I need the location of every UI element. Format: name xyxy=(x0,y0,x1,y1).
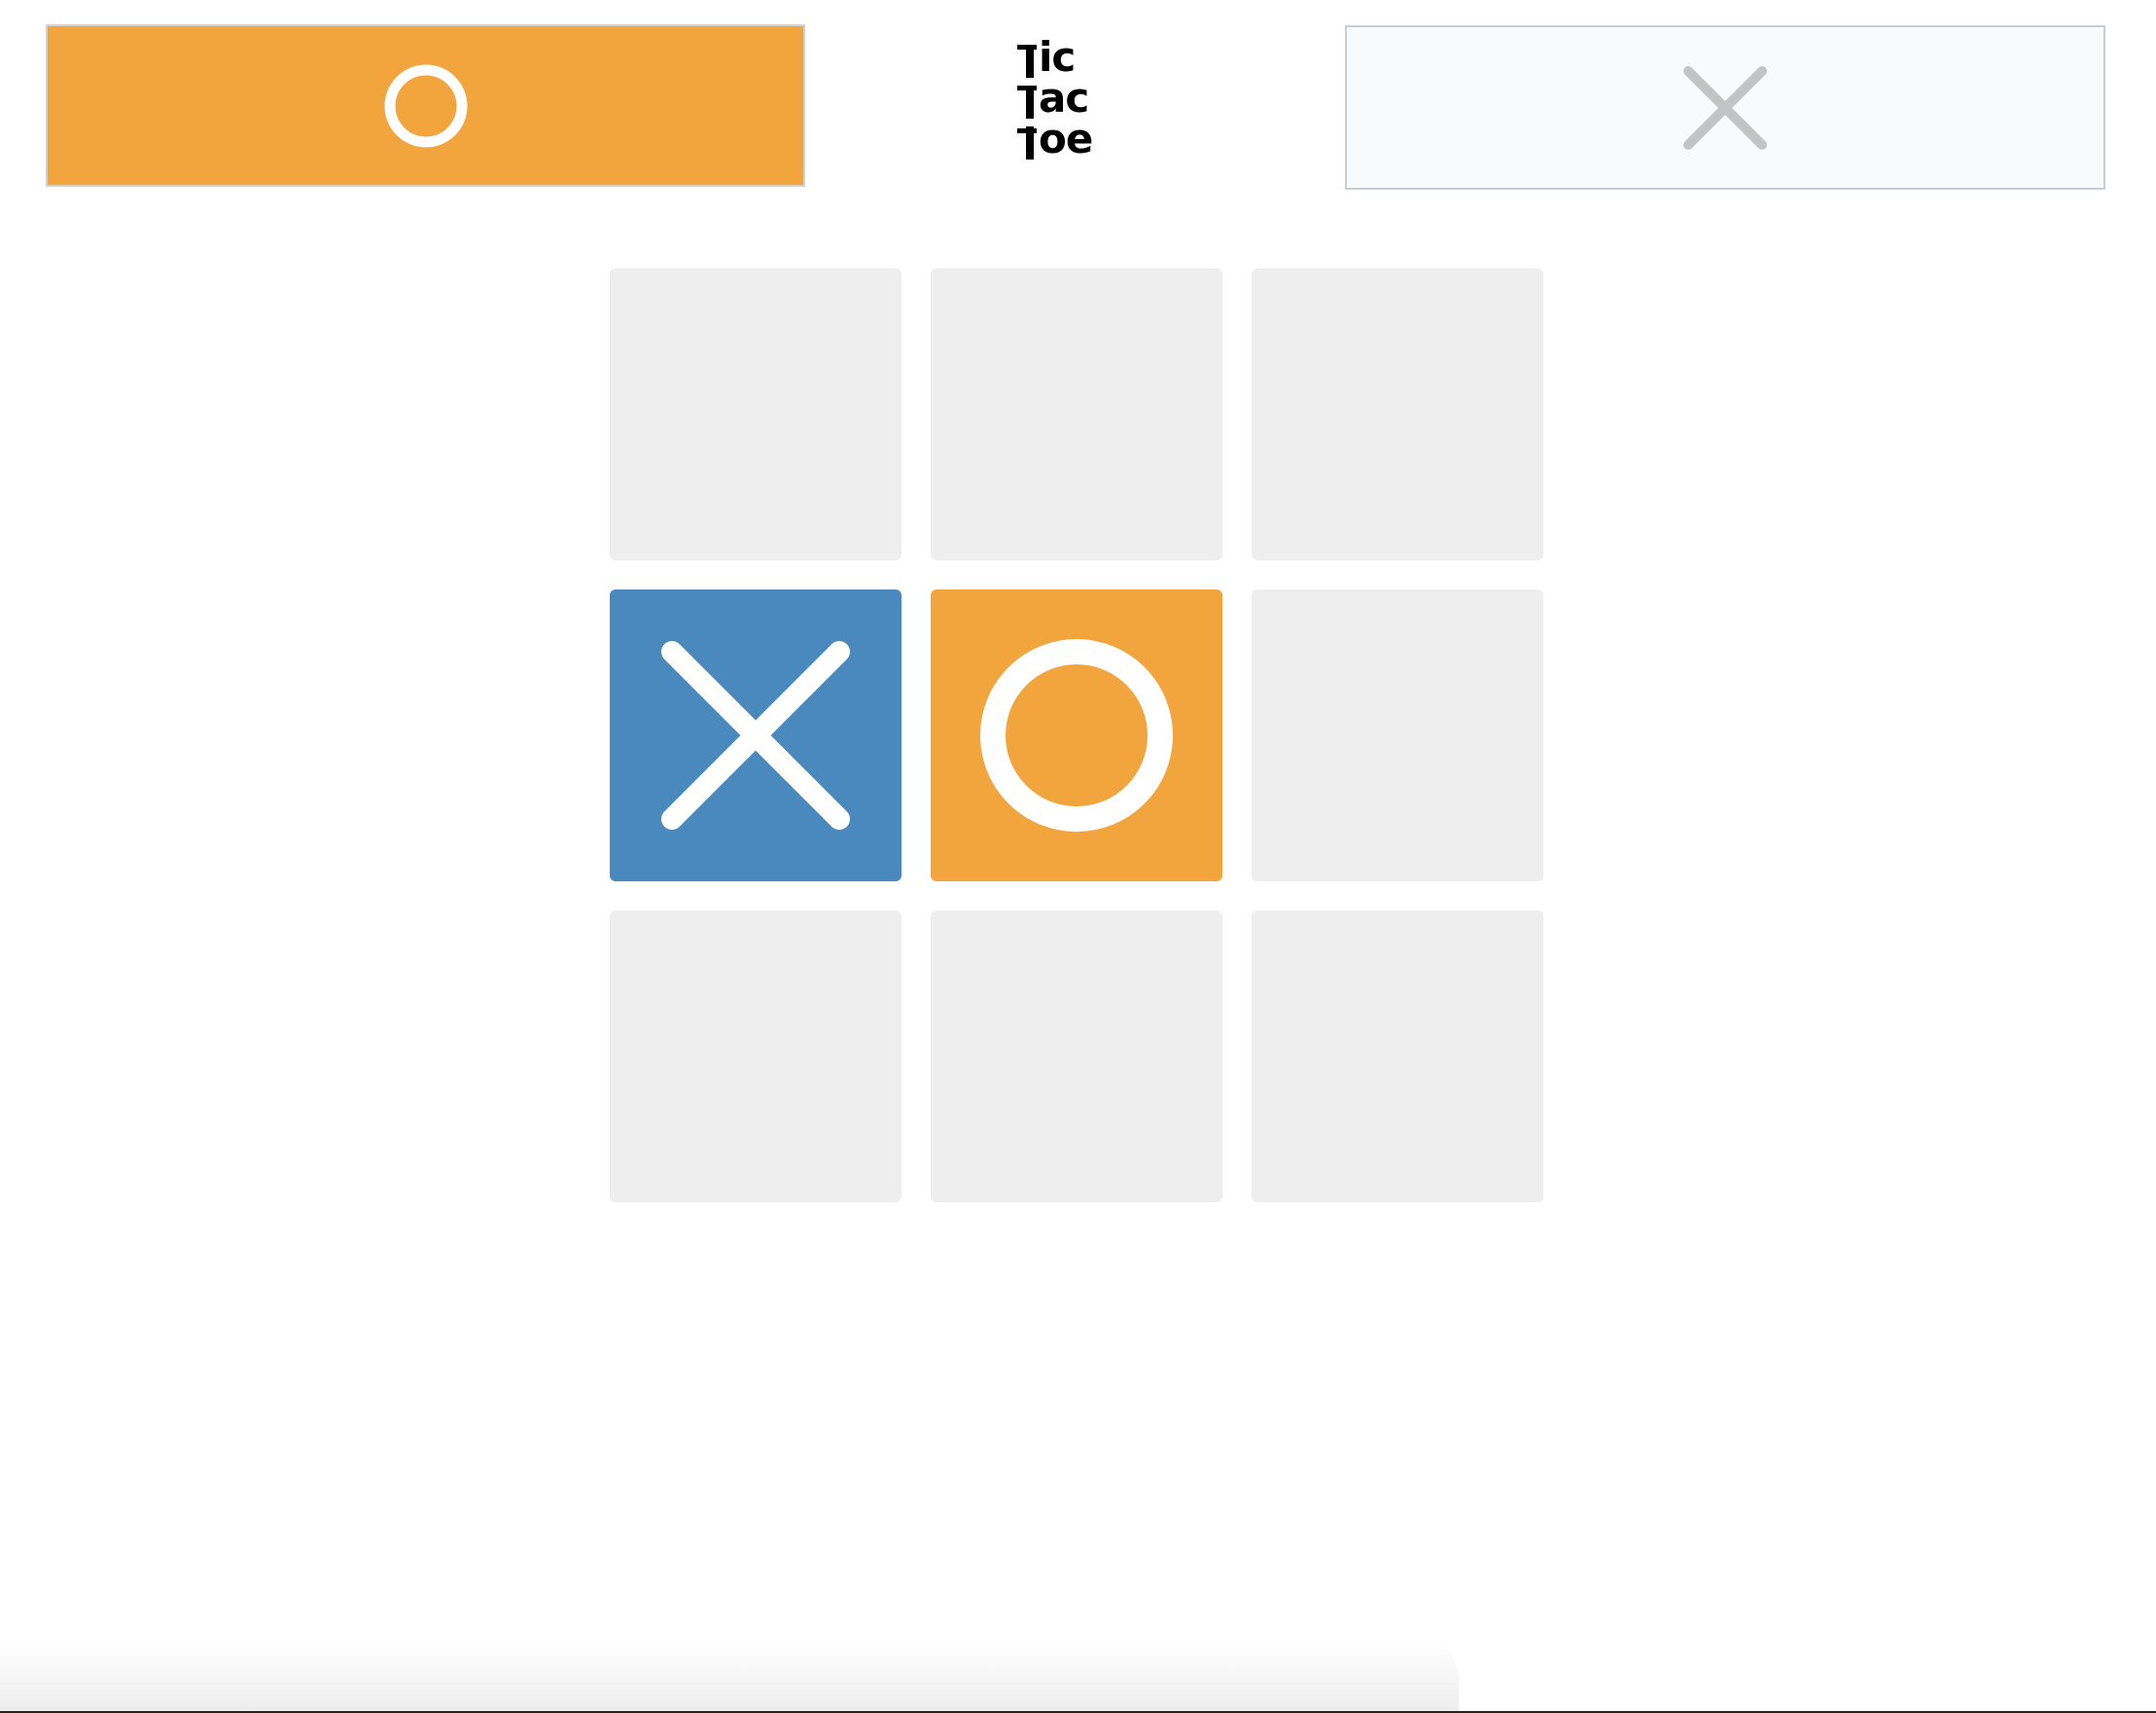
title-t-glyph xyxy=(1011,119,1039,160)
player-x-panel[interactable] xyxy=(1345,25,2105,190)
title-line-toe: oe xyxy=(1011,119,1138,160)
board-cell-r2c1[interactable] xyxy=(610,589,901,881)
board-cell-r2c2[interactable] xyxy=(931,589,1222,881)
title-line-1: ic xyxy=(1039,33,1076,81)
circle-icon xyxy=(382,62,470,150)
board-cell-r3c1[interactable] xyxy=(610,910,901,1202)
game-page: Tic Tac Toe ic ac oe xyxy=(0,0,2156,1713)
title-line-tac: ac xyxy=(1011,78,1138,119)
game-board xyxy=(610,268,1543,1202)
title-t-glyph xyxy=(1011,78,1039,119)
title-line-tic: ic xyxy=(1011,37,1138,78)
board-cell-r1c3[interactable] xyxy=(1252,268,1543,560)
cross-icon xyxy=(1679,61,1772,155)
x-mark-icon xyxy=(658,638,853,833)
title-line-3: oe xyxy=(1039,115,1093,162)
title-line-2: ac xyxy=(1039,74,1089,122)
bottom-shadow xyxy=(0,1640,1459,1713)
game-title-logo: Tic Tac Toe ic ac oe xyxy=(1011,37,1138,183)
player-o-panel[interactable] xyxy=(46,24,805,187)
board-cell-r2c3[interactable] xyxy=(1252,589,1543,881)
board-cell-r3c3[interactable] xyxy=(1252,910,1543,1202)
title-t-glyph xyxy=(1011,37,1039,78)
board-cell-r3c2[interactable] xyxy=(931,910,1222,1202)
o-mark-icon xyxy=(974,633,1179,838)
board-cell-r1c2[interactable] xyxy=(931,268,1222,560)
board-cell-r1c1[interactable] xyxy=(610,268,901,560)
